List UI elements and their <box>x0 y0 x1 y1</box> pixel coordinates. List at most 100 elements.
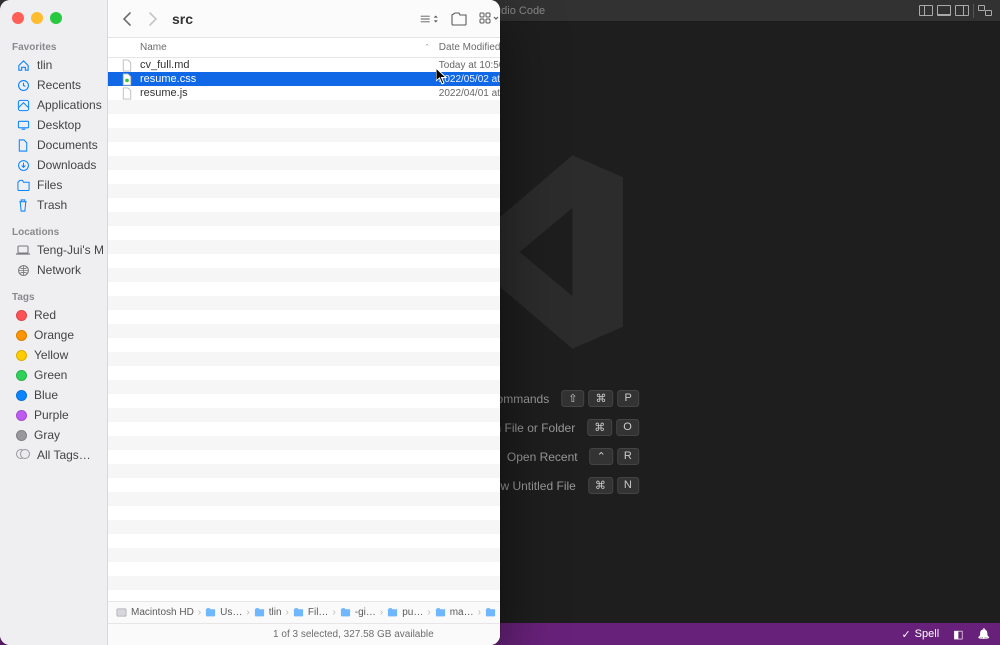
file-name: cv_full.md <box>140 59 439 71</box>
key: P <box>617 390 638 407</box>
layout-left-icon[interactable] <box>919 5 933 16</box>
tag-dot-icon <box>16 410 27 421</box>
breadcrumb-item[interactable]: pu… <box>387 607 423 619</box>
breadcrumb-item[interactable]: -gi… <box>340 607 376 619</box>
file-date: 2022/04/01 at 19:36 <box>439 88 500 99</box>
tag-dot-icon <box>16 310 27 321</box>
file-row[interactable]: resume.css2022/05/02 at 18:581 KB <box>108 72 500 86</box>
breadcrumb-item[interactable]: Fil… <box>293 607 329 619</box>
layout-customize-icon[interactable] <box>978 5 992 16</box>
sidebar-item-label: Red <box>34 308 56 322</box>
sidebar-item-red[interactable]: Red <box>4 305 103 325</box>
sidebar-item-trash[interactable]: Trash <box>4 195 103 215</box>
breadcrumb-item[interactable]: src <box>485 607 500 619</box>
file-list[interactable]: cv_full.mdToday at 10:508 KBresume.css20… <box>108 58 500 601</box>
folder-icon <box>435 607 447 619</box>
download-icon <box>16 158 30 172</box>
action-menu-button[interactable] <box>479 9 499 29</box>
globe-icon <box>16 263 30 277</box>
breadcrumb-label: tlin <box>269 607 282 618</box>
view-list-button[interactable] <box>419 9 439 29</box>
file-icon <box>120 72 134 86</box>
layout-bottom-icon[interactable] <box>937 5 951 16</box>
back-button[interactable] <box>118 10 136 28</box>
sidebar-item-all-tags-[interactable]: All Tags… <box>4 445 103 465</box>
breadcrumb-separator: › <box>478 607 481 618</box>
zoom-window-button[interactable] <box>50 12 62 24</box>
finder-window[interactable]: FavoritestlinRecentsApplicationsDesktopD… <box>0 0 500 645</box>
breadcrumb-label: Us… <box>220 607 242 618</box>
sidebar-item-network[interactable]: Network <box>4 260 103 280</box>
layout-right-icon[interactable] <box>955 5 969 16</box>
sidebar-section-header: Locations <box>0 223 107 240</box>
finder-main-pane: src Nameˆ Date Modified Size cv_full.mdT… <box>108 0 500 645</box>
file-icon <box>120 86 134 100</box>
bell-icon <box>978 628 990 640</box>
folder-icon <box>387 607 399 619</box>
folder-icon <box>205 607 217 619</box>
sidebar-item-green[interactable]: Green <box>4 365 103 385</box>
status-bell-icon[interactable] <box>978 628 990 640</box>
file-row[interactable]: cv_full.mdToday at 10:508 KB <box>108 58 500 72</box>
hint-keys: ⌃R <box>590 448 639 465</box>
desktop-icon <box>16 118 30 132</box>
sidebar-item-files[interactable]: Files <box>4 175 103 195</box>
tag-dot-icon <box>16 350 27 361</box>
column-date-modified[interactable]: Date Modified <box>439 42 500 53</box>
key: R <box>617 448 639 465</box>
sidebar-item-documents[interactable]: Documents <box>4 135 103 155</box>
sidebar-item-yellow[interactable]: Yellow <box>4 345 103 365</box>
trash-icon <box>16 198 30 212</box>
finder-toolbar[interactable]: src <box>108 0 500 38</box>
forward-button[interactable] <box>144 10 162 28</box>
sidebar-item-tlin[interactable]: tlin <box>4 55 103 75</box>
group-button[interactable] <box>449 9 469 29</box>
finder-sidebar[interactable]: FavoritestlinRecentsApplicationsDesktopD… <box>0 0 108 645</box>
file-row[interactable]: resume.js2022/04/01 at 19:36162 bytes <box>108 86 500 100</box>
column-name[interactable]: Nameˆ <box>140 42 439 53</box>
key: O <box>616 419 639 436</box>
breadcrumb-item[interactable]: tlin <box>254 607 282 619</box>
status-feedback-icon[interactable] <box>953 628 963 641</box>
sidebar-item-desktop[interactable]: Desktop <box>4 115 103 135</box>
sidebar-item-blue[interactable]: Blue <box>4 385 103 405</box>
sidebar-item-downloads[interactable]: Downloads <box>4 155 103 175</box>
sidebar-item-gray[interactable]: Gray <box>4 425 103 445</box>
sidebar-item-orange[interactable]: Orange <box>4 325 103 345</box>
sidebar-item-label: Yellow <box>34 348 68 362</box>
vscode-layout-controls[interactable] <box>919 4 992 18</box>
sidebar-item-applications[interactable]: Applications <box>4 95 103 115</box>
hint-keys: ⌘O <box>587 419 639 436</box>
file-date: 2022/05/02 at 18:58 <box>439 74 500 85</box>
path-bar[interactable]: Macintosh HD›Us…›tlin›Fil…›-gi…›pu…›ma…›… <box>108 601 500 623</box>
breadcrumb-item[interactable]: ma… <box>435 607 474 619</box>
sidebar-item-label: Purple <box>34 408 69 422</box>
folder-title: src <box>172 11 193 27</box>
tag-dot-icon <box>16 390 27 401</box>
sort-ascending-icon: ˆ <box>426 43 429 53</box>
hint-keys: ⇧⌘P <box>561 390 639 407</box>
sidebar-item-label: Gray <box>34 428 60 442</box>
folder-icon <box>254 607 266 619</box>
breadcrumb-item[interactable]: Us… <box>205 607 242 619</box>
key: ⌘ <box>587 419 612 436</box>
breadcrumb-item[interactable]: Macintosh HD <box>116 607 194 619</box>
home-icon <box>16 58 30 72</box>
sidebar-item-label: Applications <box>37 98 102 112</box>
sidebar-item-purple[interactable]: Purple <box>4 405 103 425</box>
breadcrumb-separator: › <box>246 607 249 618</box>
status-spell[interactable]: Spell <box>901 628 939 641</box>
breadcrumb-label: Macintosh HD <box>131 607 194 618</box>
minimize-window-button[interactable] <box>31 12 43 24</box>
window-controls[interactable] <box>0 8 107 38</box>
sidebar-item-label: Documents <box>37 138 98 152</box>
column-headers[interactable]: Nameˆ Date Modified Size <box>108 38 500 58</box>
breadcrumb-separator: › <box>198 607 201 618</box>
sidebar-section-header: Tags <box>0 288 107 305</box>
sidebar-item-teng-jui-s-m2-[interactable]: Teng-Jui's M2… <box>4 240 103 260</box>
folder-icon <box>293 607 305 619</box>
breadcrumb-separator: › <box>332 607 335 618</box>
close-window-button[interactable] <box>12 12 24 24</box>
sidebar-item-recents[interactable]: Recents <box>4 75 103 95</box>
sidebar-item-label: All Tags… <box>37 448 91 462</box>
